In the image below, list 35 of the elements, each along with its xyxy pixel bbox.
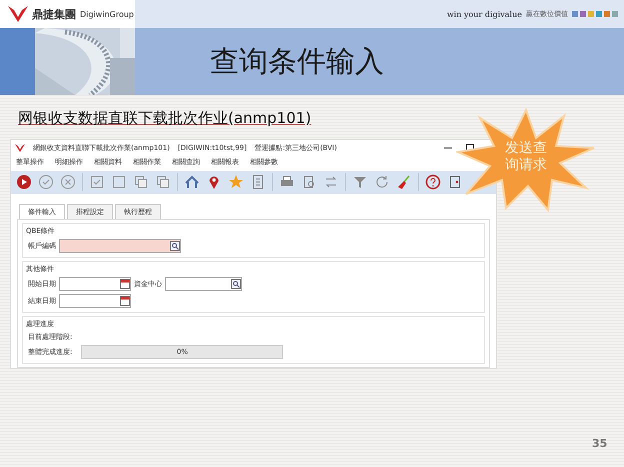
checkbox-icon[interactable] bbox=[89, 174, 105, 190]
page-number: 35 bbox=[592, 437, 608, 450]
color-strip bbox=[0, 28, 35, 95]
date-field[interactable] bbox=[59, 294, 131, 308]
lookup-field[interactable] bbox=[165, 277, 242, 291]
brand-name: 鼎捷集團 bbox=[32, 6, 76, 22]
color-squares-icon bbox=[572, 11, 618, 17]
slide-title: 查询条件输入 bbox=[210, 42, 384, 80]
play-icon[interactable] bbox=[16, 174, 32, 190]
star-icon[interactable] bbox=[228, 174, 244, 190]
logo-icon bbox=[15, 144, 25, 152]
copy-icon[interactable] bbox=[133, 174, 149, 190]
file-search-icon[interactable] bbox=[301, 174, 317, 190]
callout-text: 发送查询请求 bbox=[504, 140, 548, 174]
logo-icon bbox=[8, 6, 28, 22]
duplicate-icon[interactable] bbox=[155, 174, 171, 190]
calendar-icon[interactable] bbox=[120, 296, 130, 306]
lookup-icon[interactable] bbox=[170, 241, 180, 251]
refresh-icon[interactable] bbox=[374, 174, 390, 190]
square-icon[interactable] bbox=[111, 174, 127, 190]
lookup-icon[interactable] bbox=[231, 279, 241, 289]
subtitle: 网银收支数据直联下载批次作业(anmp101) bbox=[18, 109, 312, 127]
date-field[interactable] bbox=[59, 277, 131, 291]
slogan: win your digivalue bbox=[446, 10, 522, 18]
document-icon[interactable] bbox=[250, 174, 266, 190]
home-icon[interactable] bbox=[184, 174, 200, 190]
lookup-field[interactable] bbox=[59, 239, 181, 253]
calendar-icon[interactable] bbox=[120, 279, 130, 289]
check-circle-icon[interactable] bbox=[38, 174, 54, 190]
filter-icon[interactable] bbox=[352, 174, 368, 190]
help-icon[interactable] bbox=[425, 174, 441, 190]
broom-icon[interactable] bbox=[396, 174, 412, 190]
exit-icon[interactable] bbox=[447, 174, 463, 190]
brand-name: DigiwinGroup bbox=[80, 10, 134, 18]
cancel-circle-icon[interactable] bbox=[60, 174, 76, 190]
